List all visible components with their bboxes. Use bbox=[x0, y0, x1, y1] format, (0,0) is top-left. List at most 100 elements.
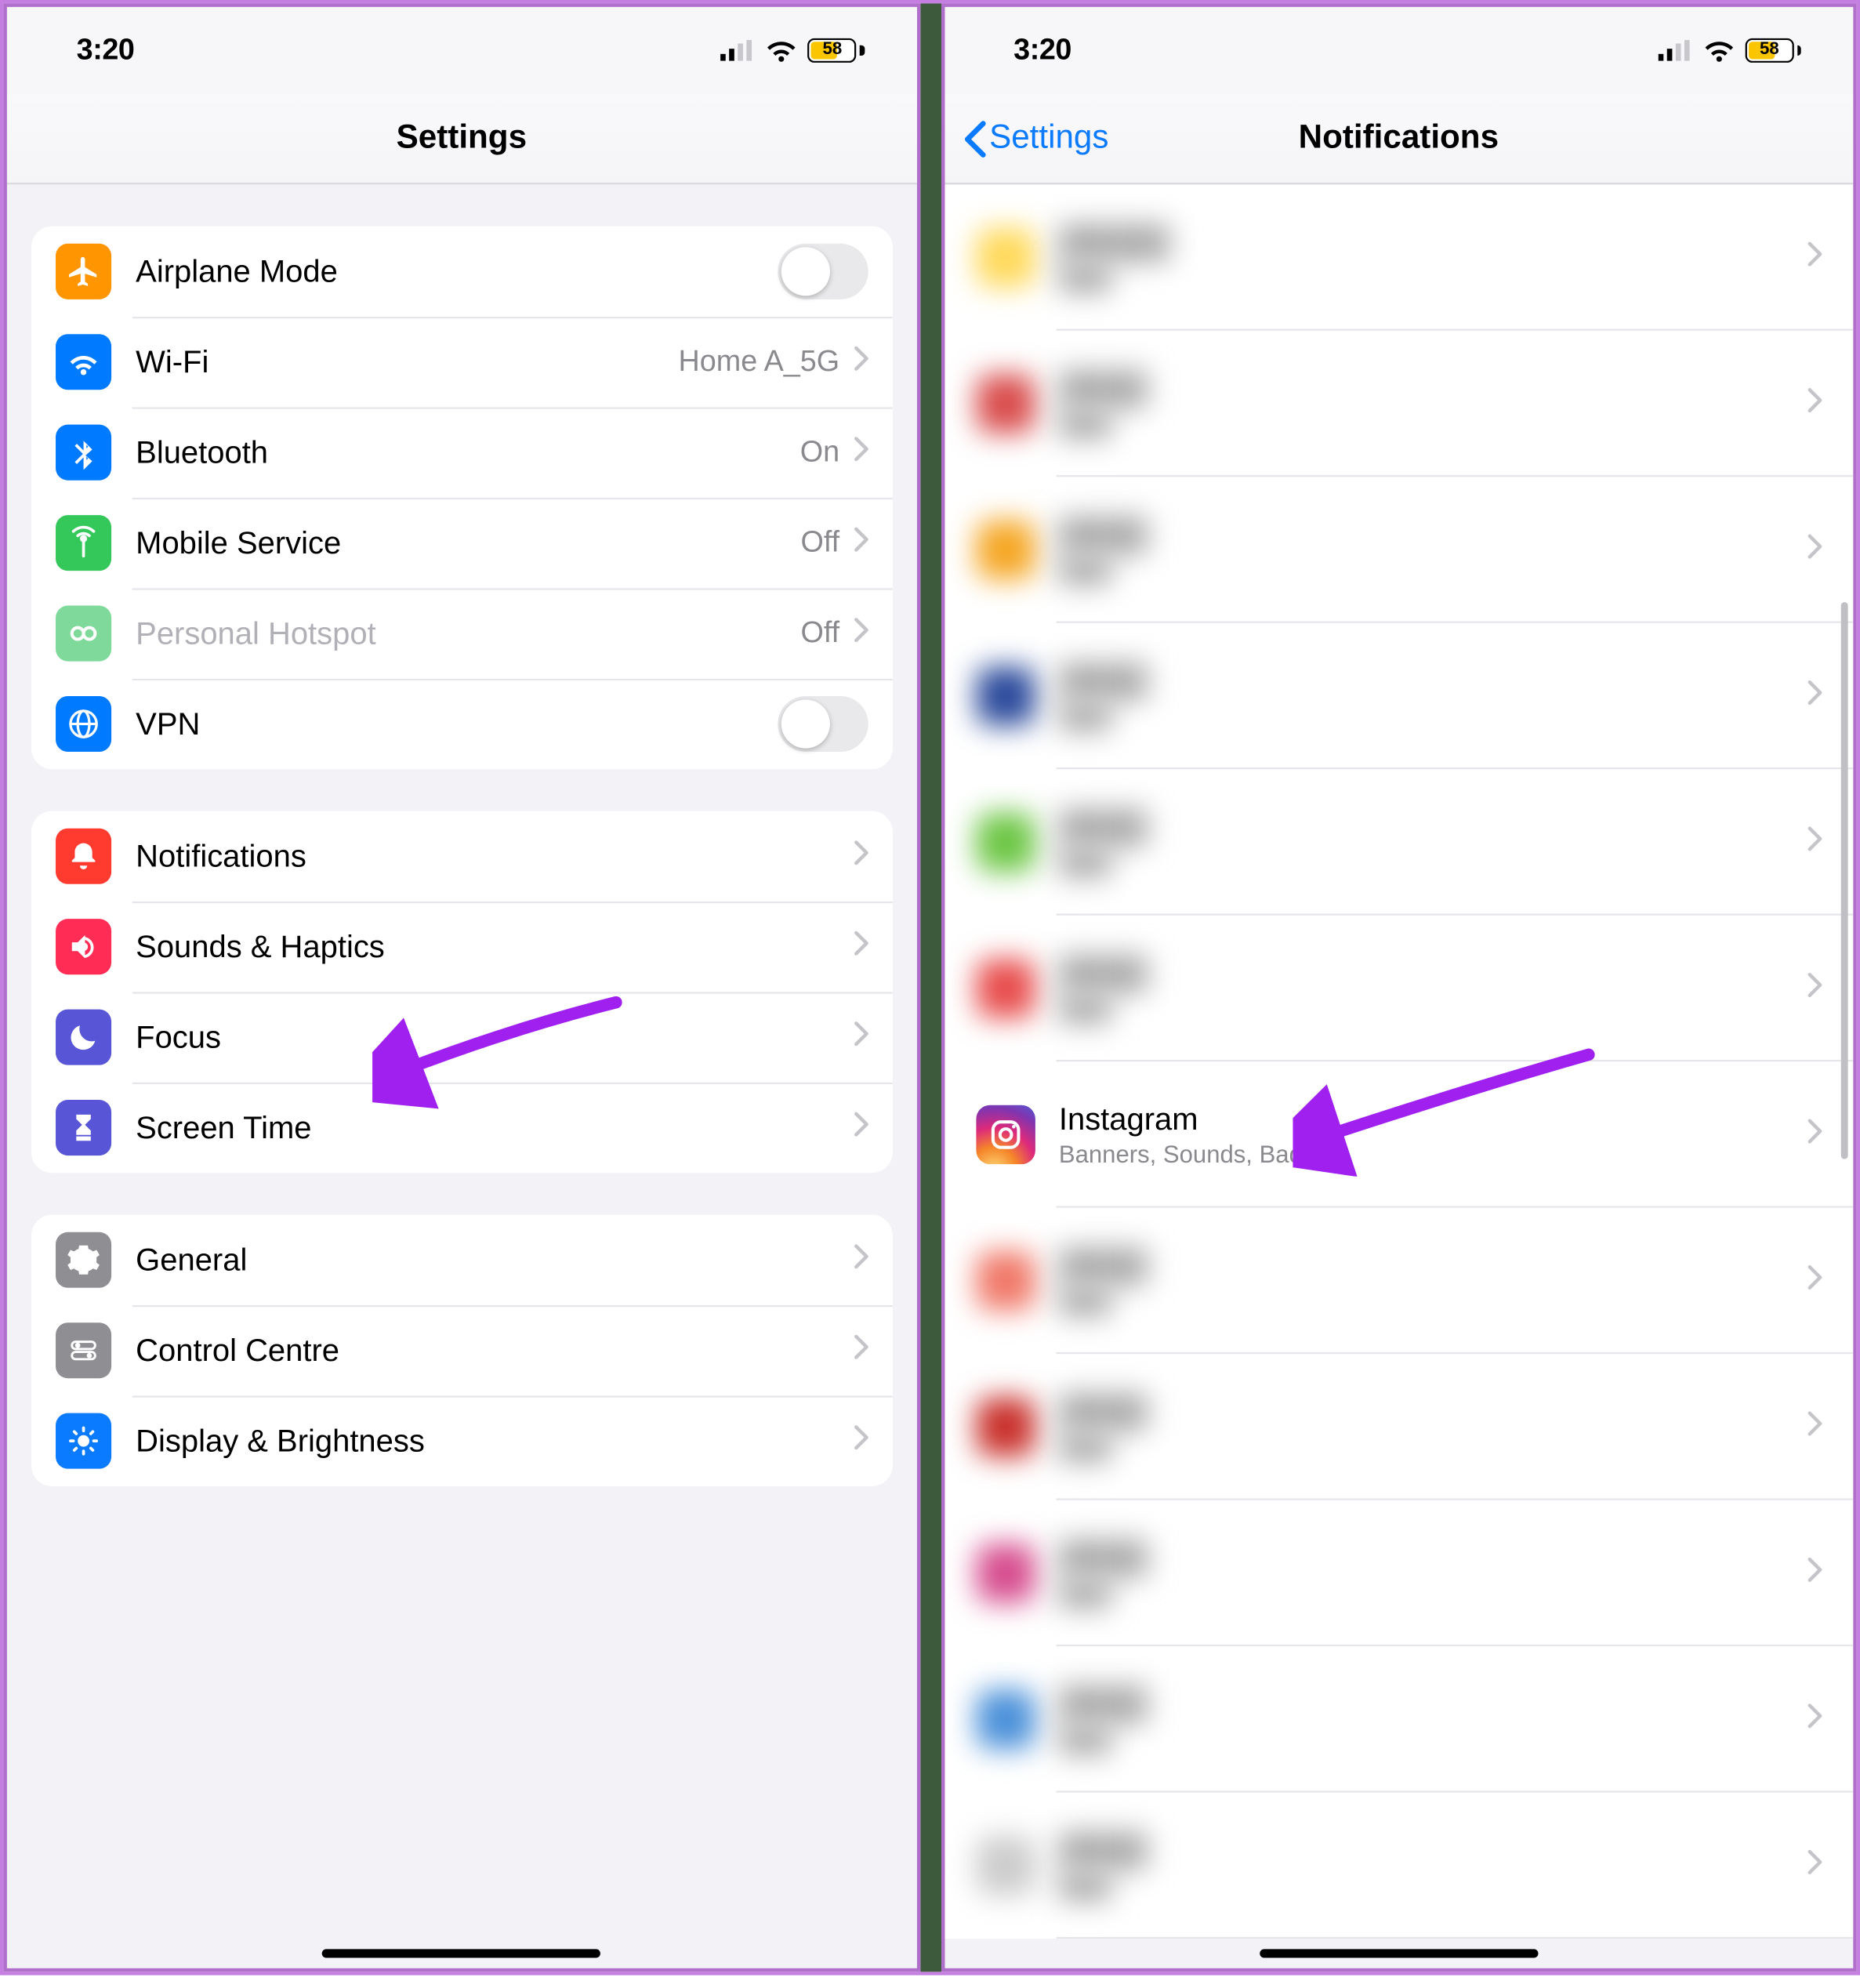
screenshot-divider bbox=[919, 3, 941, 1972]
mobile-value: Off bbox=[800, 525, 839, 560]
row-label: Display & Brightness bbox=[136, 1423, 854, 1460]
chevron-right-icon bbox=[854, 1424, 868, 1457]
chevron-right-icon bbox=[1808, 1849, 1822, 1882]
chevron-right-icon bbox=[1808, 680, 1822, 713]
row-focus[interactable]: Focus bbox=[31, 992, 892, 1082]
cellular-icon bbox=[1658, 40, 1692, 61]
row-general[interactable]: General bbox=[31, 1215, 892, 1305]
app-row-blurred[interactable]: ███████ bbox=[944, 331, 1853, 477]
vpn-toggle[interactable] bbox=[777, 696, 867, 752]
bluetooth-icon bbox=[56, 425, 111, 481]
status-time: 3:20 bbox=[1013, 33, 1658, 67]
row-label: Sounds & Haptics bbox=[136, 928, 854, 965]
row-sounds[interactable]: Sounds & Haptics bbox=[31, 901, 892, 992]
row-label: Personal Hotspot bbox=[136, 615, 800, 652]
nav-bar: Settings Notifications bbox=[944, 94, 1853, 184]
row-label: Airplane Mode bbox=[136, 253, 777, 290]
row-vpn[interactable]: VPN bbox=[31, 679, 892, 769]
bell-icon bbox=[56, 829, 111, 884]
app-list: ████████ ███████ ███████ ███████ ███████ bbox=[944, 184, 1853, 1939]
row-label: Mobile Service bbox=[136, 524, 800, 561]
battery-icon: 58 bbox=[1745, 38, 1800, 63]
status-bar: 3:20 58 bbox=[7, 7, 916, 94]
page-title: Settings bbox=[397, 119, 527, 158]
chevron-right-icon bbox=[1808, 1703, 1822, 1736]
row-controlcentre[interactable]: Control Centre bbox=[31, 1305, 892, 1395]
notifications-group: Notifications Sounds & Haptics Focus bbox=[31, 811, 892, 1174]
app-row-blurred[interactable]: ███████ bbox=[944, 769, 1853, 915]
chevron-right-icon bbox=[1808, 825, 1822, 858]
row-notifications[interactable]: Notifications bbox=[31, 811, 892, 901]
airplane-icon bbox=[56, 244, 111, 299]
page-title: Notifications bbox=[1299, 119, 1499, 158]
chevron-right-icon bbox=[1808, 1118, 1822, 1151]
row-mobile[interactable]: Mobile Service Off bbox=[31, 498, 892, 588]
cellular-icon bbox=[721, 40, 756, 61]
app-subtitle: Banners, Sounds, Badges bbox=[1059, 1138, 1808, 1170]
app-name: Instagram bbox=[1059, 1100, 1808, 1138]
hourglass-icon bbox=[56, 1100, 111, 1155]
app-row-blurred[interactable]: ███████ bbox=[944, 1646, 1853, 1792]
settings-content[interactable]: Airplane Mode Wi-Fi Home A_5G Bluetooth … bbox=[7, 184, 916, 1968]
chevron-right-icon bbox=[1808, 533, 1822, 566]
wifi-icon bbox=[766, 39, 797, 62]
chevron-right-icon bbox=[854, 436, 868, 469]
app-row-blurred[interactable]: ███████ bbox=[944, 1354, 1853, 1500]
brightness-icon bbox=[56, 1413, 111, 1469]
wifi-value: Home A_5G bbox=[679, 345, 840, 379]
chevron-right-icon bbox=[1808, 972, 1822, 1005]
airplane-toggle[interactable] bbox=[777, 244, 867, 299]
gear-icon bbox=[56, 1232, 111, 1288]
row-wifi[interactable]: Wi-Fi Home A_5G bbox=[31, 317, 892, 407]
chevron-right-icon bbox=[854, 1111, 868, 1144]
app-row-instagram[interactable]: Instagram Banners, Sounds, Badges bbox=[944, 1061, 1853, 1207]
chevron-right-icon bbox=[854, 1021, 868, 1054]
row-display[interactable]: Display & Brightness bbox=[31, 1395, 892, 1486]
row-screentime[interactable]: Screen Time bbox=[31, 1083, 892, 1173]
right-phone: 3:20 58 Settings Notifications ████████ bbox=[941, 3, 1857, 1972]
bt-value: On bbox=[800, 435, 839, 470]
chevron-right-icon bbox=[1808, 241, 1822, 274]
connectivity-group: Airplane Mode Wi-Fi Home A_5G Bluetooth … bbox=[31, 227, 892, 770]
app-row-blurred[interactable]: ███████ bbox=[944, 1500, 1853, 1646]
switches-icon bbox=[56, 1322, 111, 1378]
app-row-blurred[interactable]: ███████ bbox=[944, 1208, 1853, 1354]
speaker-icon bbox=[56, 919, 111, 974]
chevron-right-icon bbox=[854, 527, 868, 560]
app-row-blurred[interactable]: ███████ bbox=[944, 1793, 1853, 1939]
row-label: General bbox=[136, 1242, 854, 1279]
row-hotspot[interactable]: Personal Hotspot Off bbox=[31, 588, 892, 678]
hotspot-icon bbox=[56, 606, 111, 662]
antenna-icon bbox=[56, 515, 111, 571]
chevron-right-icon bbox=[1808, 1264, 1822, 1297]
row-label: VPN bbox=[136, 706, 777, 742]
wifi-icon bbox=[1703, 39, 1735, 62]
chevron-right-icon bbox=[854, 840, 868, 872]
chevron-left-icon bbox=[962, 119, 986, 158]
general-group: General Control Centre Display & Brightn… bbox=[31, 1215, 892, 1486]
chevron-right-icon bbox=[854, 1243, 868, 1276]
home-indicator[interactable] bbox=[1260, 1949, 1538, 1957]
row-bluetooth[interactable]: Bluetooth On bbox=[31, 407, 892, 497]
notifications-content[interactable]: ████████ ███████ ███████ ███████ ███████ bbox=[944, 184, 1853, 1968]
nav-bar: Settings bbox=[7, 94, 916, 184]
chevron-right-icon bbox=[1808, 387, 1822, 420]
battery-icon: 58 bbox=[808, 38, 864, 63]
scroll-indicator[interactable] bbox=[1841, 602, 1848, 1159]
chevron-right-icon bbox=[854, 346, 868, 379]
app-row-blurred[interactable]: ███████ bbox=[944, 623, 1853, 769]
row-label: Notifications bbox=[136, 838, 854, 875]
home-indicator[interactable] bbox=[322, 1949, 600, 1957]
left-phone: 3:20 58 Settings Airplane Mode bbox=[3, 3, 919, 1972]
hotspot-value: Off bbox=[800, 616, 839, 651]
app-row-blurred[interactable]: ████████ bbox=[944, 184, 1853, 330]
row-airplane[interactable]: Airplane Mode bbox=[31, 227, 892, 317]
status-time: 3:20 bbox=[77, 33, 721, 67]
instagram-icon bbox=[975, 1105, 1034, 1164]
app-row-blurred[interactable]: ███████ bbox=[944, 477, 1853, 622]
app-row-blurred[interactable]: ███████ bbox=[944, 916, 1853, 1061]
back-button[interactable]: Settings bbox=[962, 94, 1109, 183]
chevron-right-icon bbox=[1808, 1557, 1822, 1590]
row-label: Wi-Fi bbox=[136, 343, 678, 380]
globe-icon bbox=[56, 696, 111, 752]
